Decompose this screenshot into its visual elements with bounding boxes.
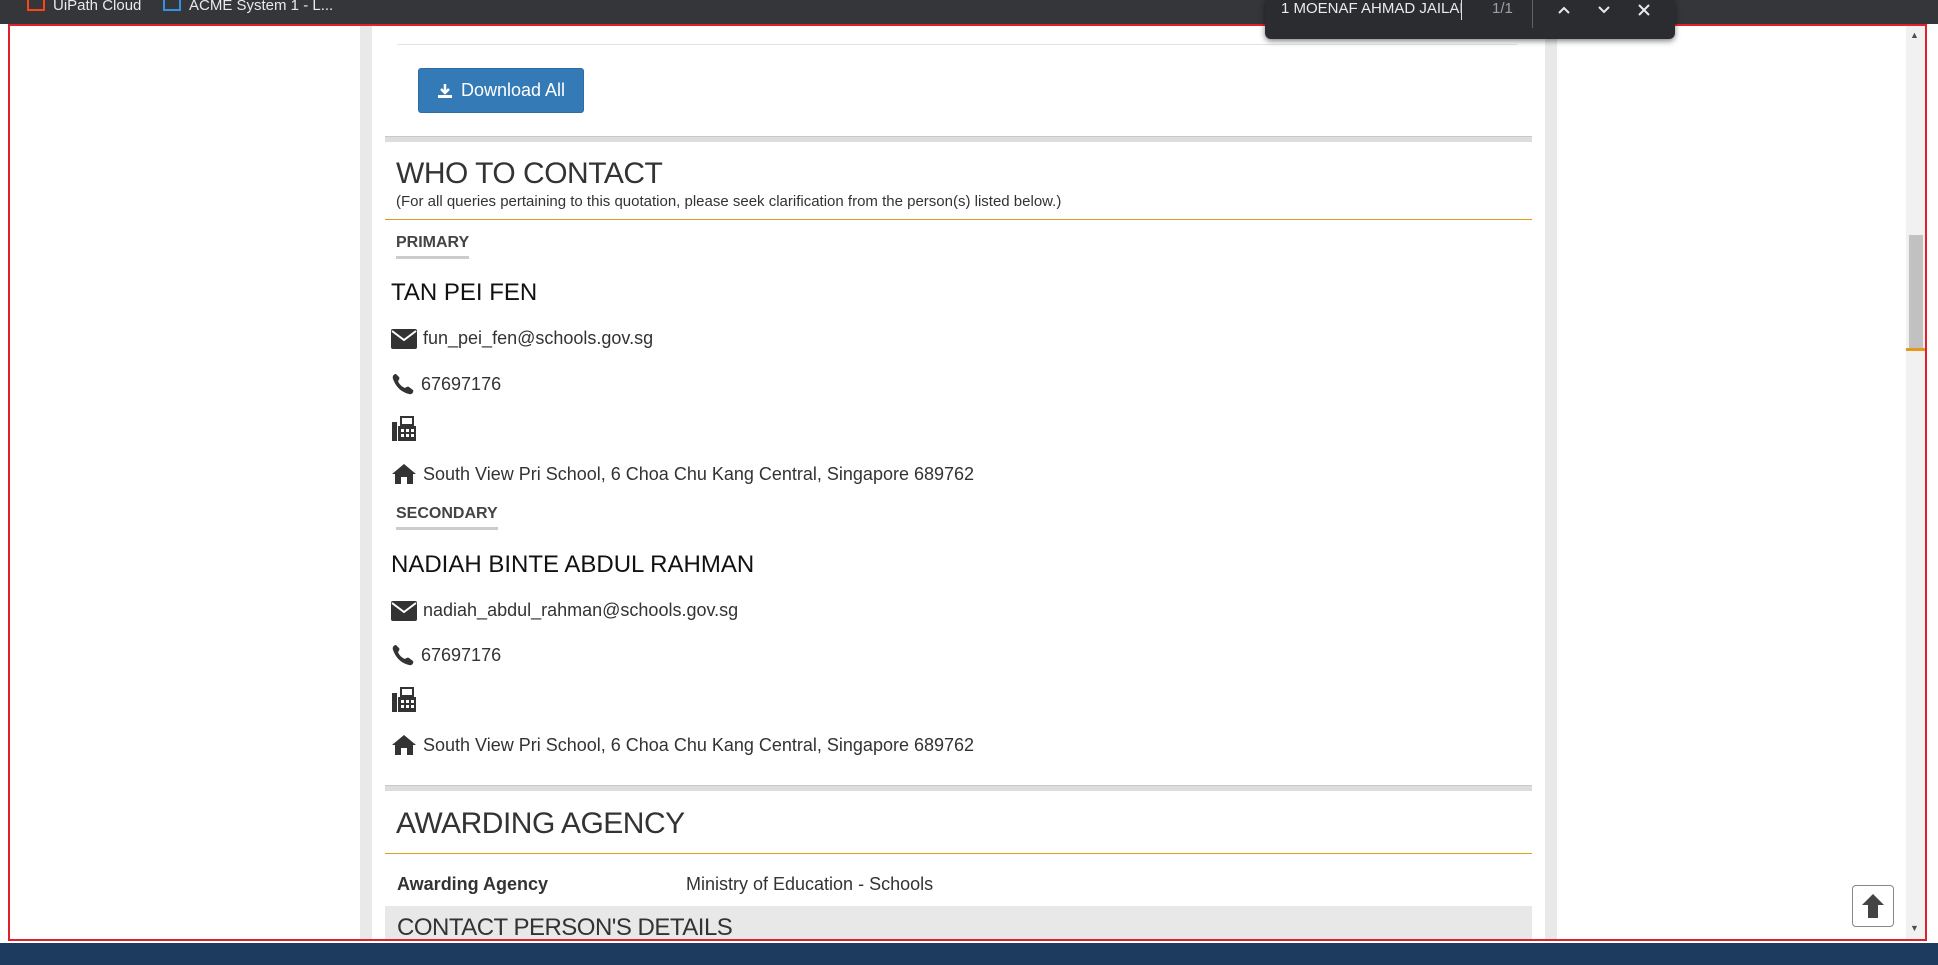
uipath-icon xyxy=(27,0,45,11)
page-background: Download All WHO TO CONTACT (For all que… xyxy=(360,26,1557,939)
find-match-marker xyxy=(1906,348,1925,351)
primary-address: South View Pri School, 6 Choa Chu Kang C… xyxy=(423,463,975,484)
bookmark-label: ACME System 1 - L... xyxy=(189,0,334,14)
awarding-agency-value: Ministry of Education - Schools xyxy=(686,874,934,894)
scrollbar-thumb[interactable] xyxy=(1909,235,1923,348)
secondary-email-row: nadiah_abdul_rahman@schools.gov.sg xyxy=(391,600,738,621)
home-icon xyxy=(392,735,416,755)
find-previous-button[interactable] xyxy=(1551,0,1577,20)
secondary-contact-name: NADIAH BINTE ABDUL RAHMAN xyxy=(391,551,755,578)
awarding-agency-label: Awarding Agency xyxy=(397,874,549,894)
bookmark-label: UiPath Cloud xyxy=(53,0,142,14)
scroll-up-arrow-icon[interactable]: ▲ xyxy=(1910,30,1919,40)
phone-icon xyxy=(392,374,414,395)
scroll-to-top-button[interactable] xyxy=(1852,885,1894,927)
find-bar: 1 MOENAF AHMAD JAILANI 1/1 xyxy=(1265,0,1675,39)
close-icon xyxy=(1638,4,1650,16)
section-divider xyxy=(385,136,1532,142)
content-panel: Download All WHO TO CONTACT (For all que… xyxy=(372,26,1545,939)
find-next-button[interactable] xyxy=(1591,0,1617,20)
primary-email[interactable]: fun_pei_fen@schools.gov.sg xyxy=(423,328,653,349)
envelope-icon xyxy=(391,600,417,621)
bookmark-acme-system[interactable]: ACME System 1 - L... xyxy=(163,0,333,14)
primary-fax-row xyxy=(391,416,423,442)
secondary-address-row: South View Pri School, 6 Choa Chu Kang C… xyxy=(391,734,974,756)
primary-address-row: South View Pri School, 6 Choa Chu Kang C… xyxy=(391,463,974,485)
find-match-count: 1/1 xyxy=(1492,0,1513,17)
vertical-scrollbar[interactable]: ▲ ▼ xyxy=(1906,26,1925,939)
primary-phone: 67697176 xyxy=(421,373,502,394)
find-close-button[interactable] xyxy=(1631,0,1657,20)
awarding-agency-title: AWARDING AGENCY xyxy=(396,807,685,840)
fax-icon xyxy=(392,687,416,712)
chevron-up-icon xyxy=(1558,6,1570,14)
download-all-button[interactable]: Download All xyxy=(418,68,584,113)
find-input[interactable]: 1 MOENAF AHMAD JAILANI xyxy=(1281,0,1462,20)
primary-email-row: fun_pei_fen@schools.gov.sg xyxy=(391,328,653,349)
section-rule xyxy=(397,44,1517,45)
download-all-label: Download All xyxy=(460,80,566,100)
who-to-contact-note: (For all queries pertaining to this quot… xyxy=(396,193,1062,210)
find-separator xyxy=(1532,0,1533,28)
envelope-icon xyxy=(391,328,417,349)
section-accent-rule xyxy=(385,219,1532,220)
section-divider xyxy=(385,785,1532,791)
home-icon xyxy=(392,464,416,484)
primary-phone-row: 67697176 xyxy=(391,373,501,395)
secondary-fax-row xyxy=(391,687,423,713)
section-accent-rule xyxy=(385,853,1532,854)
primary-contact-name: TAN PEI FEN xyxy=(391,279,538,306)
scroll-down-arrow-icon[interactable]: ▼ xyxy=(1910,923,1919,933)
chevron-down-icon xyxy=(1598,6,1610,14)
fax-icon xyxy=(392,416,416,441)
taskbar-strip xyxy=(0,943,1938,965)
contact-person-details-header: CONTACT PERSON'S DETAILS xyxy=(385,906,1532,939)
secondary-phone: 67697176 xyxy=(421,644,502,665)
phone-icon xyxy=(392,645,414,666)
who-to-contact-title: WHO TO CONTACT xyxy=(396,157,663,190)
secondary-address: South View Pri School, 6 Choa Chu Kang C… xyxy=(423,734,975,755)
uipath-icon xyxy=(163,0,181,11)
download-icon xyxy=(437,83,452,98)
arrow-up-icon xyxy=(1862,894,1884,918)
secondary-label: SECONDARY xyxy=(396,505,498,530)
contact-person-details-title: CONTACT PERSON'S DETAILS xyxy=(397,914,733,939)
bookmark-uipath-cloud[interactable]: UiPath Cloud xyxy=(27,0,141,14)
primary-label: PRIMARY xyxy=(396,234,470,259)
secondary-email[interactable]: nadiah_abdul_rahman@schools.gov.sg xyxy=(423,600,738,621)
secondary-phone-row: 67697176 xyxy=(391,644,501,666)
